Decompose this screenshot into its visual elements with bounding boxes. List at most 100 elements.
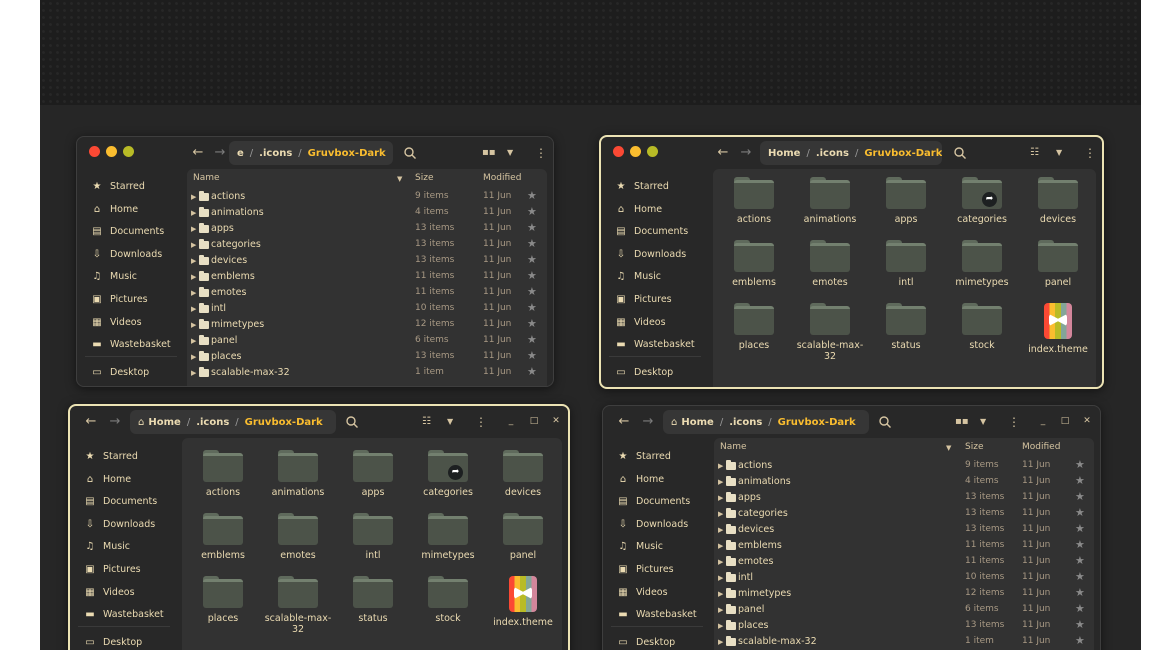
list-item[interactable]: ▶ intl 10 items 11 Jun ★ bbox=[714, 570, 1094, 586]
maximize-icon[interactable]: □ bbox=[1059, 414, 1071, 428]
sidebar-item-wastebasket[interactable]: ▬ Wastebasket bbox=[617, 606, 696, 622]
folder-item[interactable]: devices bbox=[488, 450, 558, 498]
folder-item[interactable]: stock bbox=[413, 576, 483, 624]
folder-item[interactable]: intl bbox=[338, 513, 408, 561]
close-icon[interactable]: ✕ bbox=[550, 414, 562, 428]
folder-item[interactable]: intl bbox=[871, 240, 941, 288]
sidebar-item-downloads[interactable]: ⇩ Downloads bbox=[617, 516, 688, 532]
star-icon[interactable]: ★ bbox=[527, 365, 537, 378]
kebab-menu-icon[interactable]: ⋮ bbox=[475, 414, 487, 430]
expand-arrow-icon[interactable]: ▶ bbox=[718, 462, 723, 470]
list-item[interactable]: ▶ devices 13 items 11 Jun ★ bbox=[187, 253, 547, 269]
folder-item[interactable]: mimetypes bbox=[413, 513, 483, 561]
sidebar-item-desktop[interactable]: ▭ Desktop bbox=[617, 634, 675, 650]
star-icon[interactable]: ★ bbox=[527, 189, 537, 202]
view-toggle-icon[interactable]: ▪▪ bbox=[482, 145, 496, 161]
expand-arrow-icon[interactable]: ▶ bbox=[191, 225, 196, 233]
minimize-icon[interactable]: _ bbox=[1037, 414, 1049, 428]
chevron-down-icon[interactable]: ▼ bbox=[507, 145, 513, 161]
sidebar-item-downloads[interactable]: ⇩ Downloads bbox=[91, 246, 162, 262]
list-item[interactable]: ▶ emblems 11 items 11 Jun ★ bbox=[187, 269, 547, 285]
back-button[interactable]: ← bbox=[189, 144, 207, 162]
column-header-name[interactable]: Name bbox=[720, 442, 747, 452]
list-item[interactable]: ▶ scalable-max-32 1 item 11 Jun ★ bbox=[714, 634, 1094, 650]
path-bar[interactable]: e / .icons / Gruvbox-Dark ⋮ bbox=[229, 141, 393, 165]
folder-item[interactable]: devices bbox=[1023, 177, 1093, 225]
folder-item[interactable]: animations bbox=[263, 450, 333, 498]
expand-arrow-icon[interactable]: ▶ bbox=[191, 241, 196, 249]
expand-arrow-icon[interactable]: ▶ bbox=[191, 353, 196, 361]
list-item[interactable]: ▶ devices 13 items 11 Jun ★ bbox=[714, 522, 1094, 538]
chevron-down-icon[interactable]: ▼ bbox=[447, 414, 453, 430]
folder-item[interactable]: emotes bbox=[795, 240, 865, 288]
forward-button[interactable]: → bbox=[106, 413, 124, 431]
column-header-name[interactable]: Name bbox=[193, 173, 220, 183]
sort-chevron-icon[interactable]: ▼ bbox=[397, 175, 402, 183]
folder-item[interactable]: stock bbox=[947, 303, 1017, 351]
minimize-button[interactable] bbox=[106, 146, 117, 157]
close-button[interactable] bbox=[89, 146, 100, 157]
back-button[interactable]: ← bbox=[714, 144, 732, 162]
sort-chevron-icon[interactable]: ▼ bbox=[946, 444, 951, 452]
list-item[interactable]: ▶ apps 13 items 11 Jun ★ bbox=[714, 490, 1094, 506]
expand-arrow-icon[interactable]: ▶ bbox=[191, 337, 196, 345]
folder-item[interactable]: panel bbox=[488, 513, 558, 561]
path-menu-icon[interactable]: ⋮ bbox=[323, 417, 336, 428]
star-icon[interactable]: ★ bbox=[1075, 570, 1085, 583]
expand-arrow-icon[interactable]: ▶ bbox=[718, 638, 723, 646]
forward-button[interactable]: → bbox=[211, 144, 229, 162]
star-icon[interactable]: ★ bbox=[1075, 538, 1085, 551]
path-menu-icon[interactable]: ⋮ bbox=[856, 417, 869, 428]
column-header-size[interactable]: Size bbox=[965, 442, 983, 452]
folder-item[interactable]: scalable-max-32 bbox=[795, 303, 865, 362]
sidebar-item-videos[interactable]: ▦ Videos bbox=[91, 314, 141, 330]
column-header-modified[interactable]: Modified bbox=[1022, 442, 1060, 452]
path-bar[interactable]: ⌂ Home / .icons / Gruvbox-Dark ⋮ bbox=[130, 410, 336, 434]
sidebar-item-pictures[interactable]: ▣ Pictures bbox=[615, 291, 671, 307]
list-item[interactable]: ▶ actions 9 items 11 Jun ★ bbox=[714, 458, 1094, 474]
sidebar-item-music[interactable]: ♫ Music bbox=[617, 538, 664, 554]
folder-item[interactable]: emotes bbox=[263, 513, 333, 561]
sidebar-item-home[interactable]: ⌂ Home bbox=[617, 471, 664, 487]
kebab-menu-icon[interactable]: ⋮ bbox=[535, 145, 547, 161]
sidebar-item-desktop[interactable]: ▭ Desktop bbox=[91, 364, 149, 380]
folder-item[interactable]: ➦ categories bbox=[947, 177, 1017, 225]
list-item[interactable]: ▶ intl 10 items 11 Jun ★ bbox=[187, 301, 547, 317]
search-icon[interactable] bbox=[345, 414, 361, 430]
chevron-down-icon[interactable]: ▼ bbox=[980, 414, 986, 430]
column-header-modified[interactable]: Modified bbox=[483, 173, 521, 183]
list-item[interactable]: ▶ scalable-max-32 1 item 11 Jun ★ bbox=[187, 365, 547, 381]
list-item[interactable]: ▶ animations 4 items 11 Jun ★ bbox=[187, 205, 547, 221]
list-item[interactable]: ▶ emotes 11 items 11 Jun ★ bbox=[714, 554, 1094, 570]
list-item[interactable]: ▶ emblems 11 items 11 Jun ★ bbox=[714, 538, 1094, 554]
path-segment-icons[interactable]: .icons bbox=[196, 417, 229, 428]
expand-arrow-icon[interactable]: ▶ bbox=[718, 510, 723, 518]
path-segment-current[interactable]: Gruvbox-Dark bbox=[778, 417, 856, 428]
star-icon[interactable]: ★ bbox=[527, 333, 537, 346]
sidebar-item-downloads[interactable]: ⇩ Downloads bbox=[84, 516, 155, 532]
sidebar-item-home[interactable]: ⌂ Home bbox=[615, 201, 662, 217]
folder-item[interactable]: ➦ categories bbox=[413, 450, 483, 498]
sidebar-item-wastebasket[interactable]: ▬ Wastebasket bbox=[615, 336, 694, 352]
star-icon[interactable]: ★ bbox=[1075, 522, 1085, 535]
sidebar-item-downloads[interactable]: ⇩ Downloads bbox=[615, 246, 686, 262]
folder-item[interactable]: status bbox=[338, 576, 408, 624]
star-icon[interactable]: ★ bbox=[527, 317, 537, 330]
star-icon[interactable]: ★ bbox=[1075, 490, 1085, 503]
folder-item[interactable]: panel bbox=[1023, 240, 1093, 288]
search-icon[interactable] bbox=[953, 145, 969, 161]
expand-arrow-icon[interactable]: ▶ bbox=[191, 321, 196, 329]
star-icon[interactable]: ★ bbox=[1075, 618, 1085, 631]
expand-arrow-icon[interactable]: ▶ bbox=[191, 209, 196, 217]
folder-item[interactable]: emblems bbox=[719, 240, 789, 288]
path-segment-icons[interactable]: .icons bbox=[816, 148, 849, 159]
path-segment-icons[interactable]: .icons bbox=[259, 148, 292, 159]
view-toggle-icon[interactable]: ☷ bbox=[1030, 145, 1039, 161]
star-icon[interactable]: ★ bbox=[527, 301, 537, 314]
kebab-menu-icon[interactable]: ⋮ bbox=[1084, 145, 1096, 161]
theme-file-item[interactable]: index.theme bbox=[1023, 303, 1093, 355]
view-toggle-icon[interactable]: ▪▪ bbox=[955, 414, 969, 430]
path-segment-home[interactable]: Home bbox=[148, 417, 180, 428]
star-icon[interactable]: ★ bbox=[1075, 474, 1085, 487]
list-item[interactable]: ▶ actions 9 items 11 Jun ★ bbox=[187, 189, 547, 205]
